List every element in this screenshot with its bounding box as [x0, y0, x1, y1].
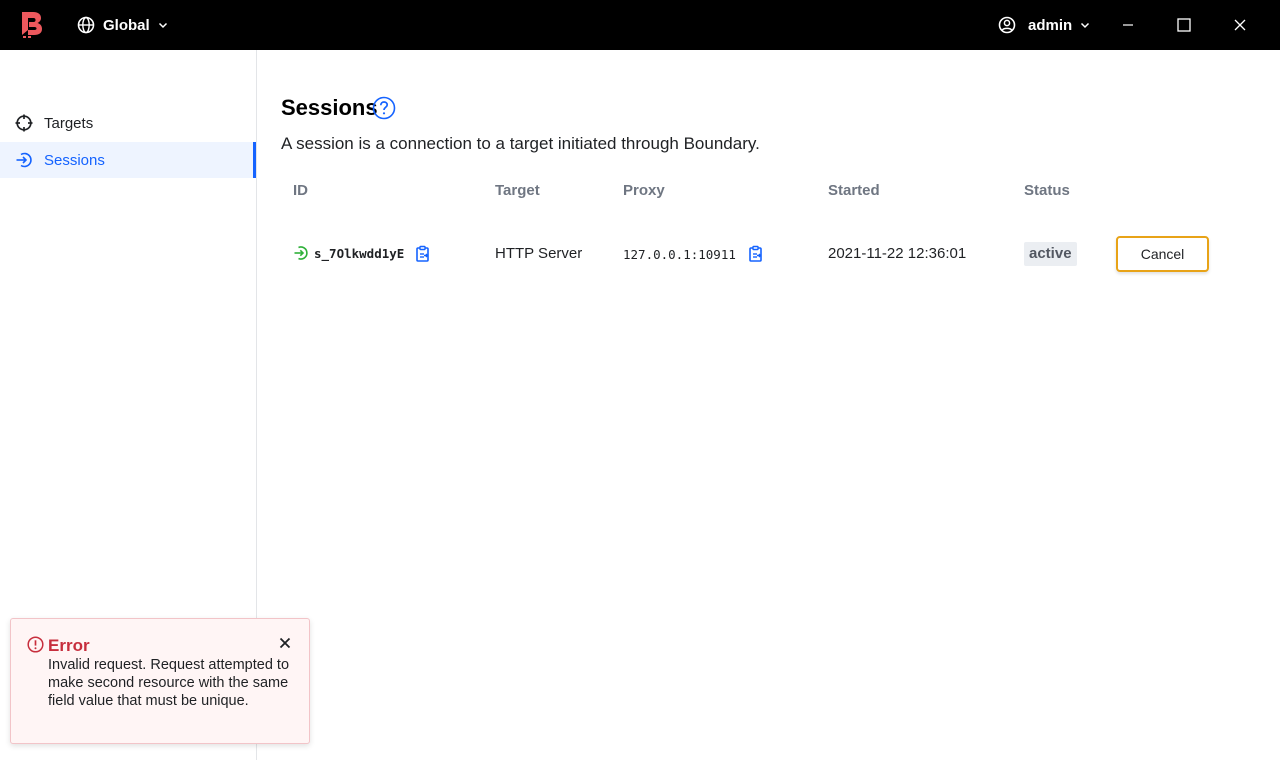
copy-icon[interactable]	[414, 245, 432, 263]
minimize-button[interactable]	[1100, 0, 1156, 50]
toast-message: Invalid request. Request attempted to ma…	[48, 657, 290, 709]
sidebar-item-label: Targets	[44, 114, 94, 132]
column-header-started: Started	[828, 182, 880, 199]
sidebar-item-sessions[interactable]: Sessions	[0, 142, 256, 178]
title-bar: Global admin	[0, 0, 1280, 50]
toast-title: Error	[48, 636, 90, 655]
help-icon[interactable]	[372, 96, 396, 120]
close-icon[interactable]	[277, 635, 293, 651]
page-description: A session is a connection to a target in…	[281, 134, 760, 153]
page-title: Sessions	[281, 95, 378, 120]
column-header-status: Status	[1024, 182, 1070, 199]
sessions-icon	[16, 152, 32, 168]
chevron-down-icon	[1081, 22, 1090, 29]
maximize-button[interactable]	[1156, 0, 1212, 50]
chevron-down-icon	[158, 22, 167, 29]
minimize-icon	[1123, 24, 1133, 26]
status-badge: active	[1024, 242, 1077, 266]
user-menu[interactable]: admin	[998, 0, 1090, 50]
globe-icon	[77, 16, 95, 34]
session-active-icon	[294, 246, 308, 260]
session-target[interactable]: HTTP Server	[495, 245, 582, 262]
maximize-icon	[1177, 18, 1191, 32]
sidebar-item-targets[interactable]: Targets	[0, 105, 256, 141]
session-proxy: 127.0.0.1:10911	[623, 247, 736, 262]
close-icon	[1234, 19, 1246, 31]
column-header-target: Target	[495, 182, 540, 199]
error-toast: Error Invalid request. Request attempted…	[10, 618, 310, 744]
scope-selector[interactable]: Global	[77, 0, 168, 50]
column-header-proxy: Proxy	[623, 182, 665, 199]
scope-label: Global	[103, 16, 150, 34]
boundary-logo	[22, 12, 42, 38]
sidebar-item-label: Sessions	[44, 151, 105, 169]
close-window-button[interactable]	[1212, 0, 1268, 50]
user-icon	[998, 16, 1016, 34]
copy-icon[interactable]	[747, 245, 765, 263]
cancel-session-button[interactable]: Cancel	[1116, 236, 1209, 272]
session-id: s_7Olkwdd1yE	[314, 246, 405, 261]
column-header-id: ID	[293, 182, 308, 199]
session-started: 2021-11-22 12:36:01	[828, 245, 967, 262]
error-icon	[27, 636, 44, 653]
user-label: admin	[1028, 16, 1073, 34]
target-icon	[15, 114, 33, 132]
